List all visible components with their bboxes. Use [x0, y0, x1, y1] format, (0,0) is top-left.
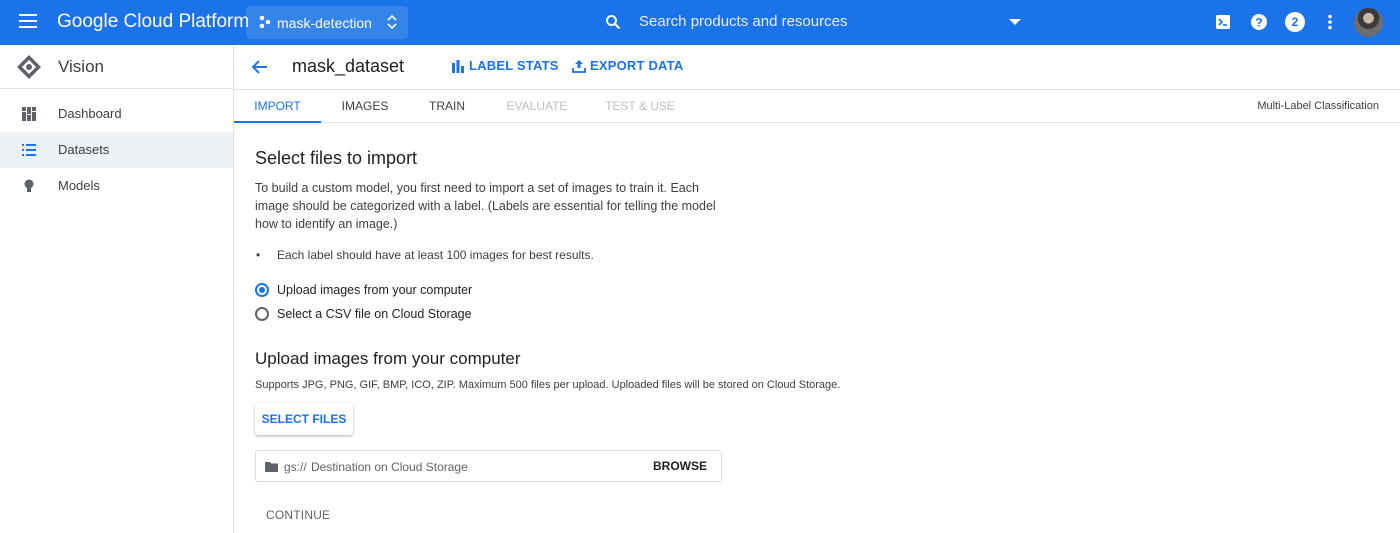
top-app-bar: Google Cloud Platform mask-detection Sea… — [0, 0, 1400, 45]
project-selector[interactable]: mask-detection — [246, 6, 408, 39]
upload-section-title: Upload images from your computer — [255, 349, 521, 368]
back-arrow-icon[interactable] — [250, 57, 270, 77]
supported-formats-note: Supports JPG, PNG, GIF, BMP, ICO, ZIP. M… — [255, 379, 841, 391]
label-stats-button[interactable]: LABEL STATS — [451, 58, 558, 76]
label-stats-label: LABEL STATS — [469, 58, 559, 73]
menu-icon[interactable] — [19, 14, 37, 30]
sidebar-item-models[interactable]: Models — [0, 168, 233, 204]
list-icon — [22, 144, 36, 156]
destination-placeholder: Destination on Cloud Storage — [311, 460, 468, 474]
radio-unselected-icon[interactable] — [255, 307, 269, 321]
project-name: mask-detection — [277, 15, 372, 31]
radio-label: Upload images from your computer — [277, 283, 473, 297]
sidebar-item-label: Datasets — [58, 142, 110, 157]
import-description: To build a custom model, you first need … — [255, 181, 716, 231]
upload-icon — [572, 60, 586, 73]
vision-logo-icon — [17, 55, 41, 79]
lightbulb-icon — [24, 179, 34, 192]
search-icon — [606, 15, 621, 30]
continue-button[interactable]: CONTINUE — [266, 508, 330, 522]
unfold-icon — [387, 14, 397, 30]
more-vert-icon[interactable] — [1320, 12, 1340, 32]
cloud-shell-icon[interactable] — [1213, 12, 1233, 32]
tip-bullet: Each label should have at least 100 imag… — [256, 248, 594, 262]
model-type-label: Multi-Label Classification — [1257, 100, 1379, 112]
svg-text:?: ? — [1255, 16, 1262, 30]
search-bar[interactable]: Search products and resources — [594, 5, 1034, 39]
main-content: mask_dataset LABEL STATS EXPORT DATA IMP… — [234, 45, 1400, 533]
tab-test-and-use: TEST & USE — [605, 99, 675, 113]
sidebar-item-dashboard[interactable]: Dashboard — [0, 96, 233, 132]
radio-selected-icon[interactable] — [255, 283, 269, 297]
help-icon[interactable]: ? — [1249, 12, 1269, 32]
dataset-title: mask_dataset — [292, 56, 405, 76]
tip-text: Each label should have at least 100 imag… — [277, 248, 594, 262]
tab-images[interactable]: IMAGES — [328, 90, 402, 123]
sidebar-header: Vision — [0, 45, 233, 89]
bar-chart-icon — [452, 60, 464, 73]
sidebar: Vision Dashboard Datasets Models — [0, 45, 234, 533]
select-files-button[interactable]: SELECT FILES — [255, 403, 353, 435]
sidebar-item-datasets[interactable]: Datasets — [0, 132, 233, 168]
export-data-label: EXPORT DATA — [590, 58, 684, 73]
radio-upload-from-computer[interactable]: Upload images from your computer — [255, 281, 515, 301]
product-title: Vision — [58, 57, 104, 76]
search-dropdown-icon[interactable] — [1009, 19, 1021, 25]
search-placeholder: Search products and resources — [639, 13, 848, 30]
radio-label: Select a CSV file on Cloud Storage — [277, 307, 472, 321]
folder-icon — [265, 462, 278, 472]
cloud-storage-destination-field[interactable]: gs:// Destination on Cloud Storage BROWS… — [255, 450, 722, 482]
browse-button[interactable]: BROWSE — [653, 459, 707, 473]
radio-csv-cloud-storage[interactable]: Select a CSV file on Cloud Storage — [255, 305, 515, 325]
gs-prefix: gs:// — [284, 460, 307, 474]
tab-train[interactable]: TRAIN — [412, 90, 482, 123]
account-avatar[interactable] — [1354, 8, 1383, 37]
project-hierarchy-icon — [259, 15, 271, 29]
sidebar-item-label: Models — [58, 178, 100, 193]
dashboard-icon — [22, 107, 36, 121]
platform-brand[interactable]: Google Cloud Platform — [57, 11, 249, 33]
sidebar-item-label: Dashboard — [58, 106, 122, 121]
tab-bar: IMPORT IMAGES TRAIN EVALUATE TEST & USE … — [234, 89, 1400, 123]
section-title: Select files to import — [255, 148, 418, 168]
notifications-badge[interactable]: 2 — [1285, 12, 1305, 32]
tab-evaluate: EVALUATE — [506, 99, 568, 113]
tab-import[interactable]: IMPORT — [234, 90, 321, 123]
export-data-button[interactable]: EXPORT DATA — [572, 58, 683, 76]
